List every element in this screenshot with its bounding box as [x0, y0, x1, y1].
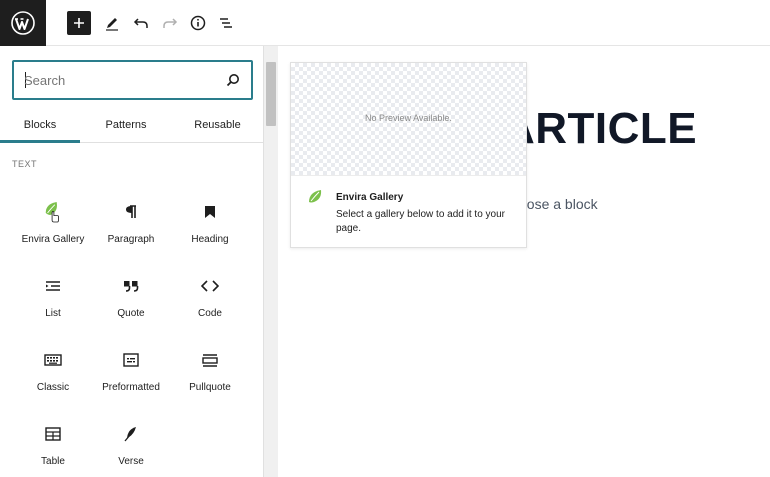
plus-icon — [74, 18, 84, 28]
preview-title: Envira Gallery — [336, 192, 404, 203]
tab-patterns[interactable]: Patterns — [80, 108, 172, 143]
pencil-icon — [106, 18, 118, 31]
block-label: Preformatted — [102, 382, 160, 393]
block-list[interactable]: List — [12, 270, 94, 330]
redo-icon — [163, 18, 178, 28]
sidebar-scrollbar[interactable] — [263, 46, 278, 477]
inserter-tabs: Blocks Patterns Reusable — [0, 108, 263, 143]
block-label: Envira Gallery — [21, 234, 85, 245]
block-label: Code — [198, 308, 222, 319]
scrollbar-thumb[interactable] — [266, 62, 276, 126]
tab-reusable[interactable]: Reusable — [172, 108, 263, 143]
list-view-icon — [220, 18, 232, 28]
block-classic[interactable]: Classic — [12, 344, 94, 404]
block-label: Table — [41, 456, 65, 467]
table-icon — [43, 424, 63, 444]
list-icon — [43, 276, 63, 296]
add-block-button[interactable] — [67, 11, 91, 35]
undo-button[interactable] — [129, 11, 153, 35]
leaf-icon — [43, 202, 63, 223]
block-label: Paragraph — [107, 234, 155, 245]
block-label: Verse — [118, 456, 144, 467]
block-label: Classic — [36, 382, 70, 393]
block-inserter-panel: Blocks Patterns Reusable TEXT Envira Gal… — [0, 46, 278, 477]
quote-icon — [121, 276, 141, 296]
category-label: TEXT — [12, 159, 38, 169]
block-code[interactable]: Code — [169, 270, 251, 330]
block-preview-popover: No Preview Available. Envira Gallery Sel… — [290, 62, 527, 248]
info-icon — [190, 15, 206, 31]
block-pullquote[interactable]: Pullquote — [169, 344, 251, 404]
block-label: Quote — [117, 308, 145, 319]
list-view-button[interactable] — [214, 11, 238, 35]
preview-note: No Preview Available. — [365, 113, 452, 123]
bookmark-icon — [200, 202, 220, 222]
block-quote[interactable]: Quote — [90, 270, 172, 330]
block-verse[interactable]: Verse — [90, 418, 172, 477]
block-paragraph[interactable]: Paragraph — [90, 196, 172, 256]
editor-toolbar — [0, 0, 770, 46]
preformatted-icon — [121, 350, 141, 370]
details-button[interactable] — [186, 11, 210, 35]
block-table[interactable]: Table — [12, 418, 94, 477]
pilcrow-icon — [121, 202, 141, 222]
post-heading[interactable]: ARTICLE — [503, 104, 697, 154]
preview-description: Select a gallery below to add it to your… — [336, 209, 505, 234]
block-label: List — [45, 308, 61, 319]
leaf-icon — [309, 190, 322, 203]
redo-button[interactable] — [158, 11, 182, 35]
code-icon — [200, 276, 220, 296]
block-appender-placeholder[interactable]: oose a block — [519, 196, 598, 212]
search-box[interactable] — [12, 60, 253, 100]
quill-icon — [121, 424, 141, 444]
block-preformatted[interactable]: Preformatted — [90, 344, 172, 404]
block-heading[interactable]: Heading — [169, 196, 251, 256]
block-envira-gallery[interactable]: Envira Gallery — [12, 196, 94, 256]
wordpress-icon[interactable] — [0, 0, 46, 46]
keyboard-icon — [43, 350, 63, 370]
search-input[interactable] — [24, 71, 214, 89]
block-label: Heading — [191, 234, 229, 245]
pullquote-icon — [200, 350, 220, 370]
undo-icon — [133, 18, 148, 28]
block-label: Pullquote — [189, 382, 231, 393]
tab-blocks[interactable]: Blocks — [0, 108, 80, 143]
tools-button[interactable] — [100, 11, 124, 35]
search-icon[interactable] — [225, 72, 241, 88]
